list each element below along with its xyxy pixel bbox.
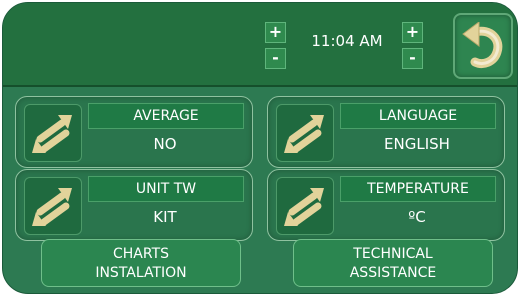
language-toggle-button[interactable] [276, 104, 334, 162]
swap-arrows-icon [32, 115, 72, 153]
technical-assistance-line1: TECHNICAL [353, 246, 433, 262]
clock-time: 11:04 AM [311, 32, 383, 50]
minute-increase-button[interactable]: + [402, 22, 423, 43]
charts-instalation-button[interactable]: CHARTS INSTALATION [41, 239, 241, 287]
top-bar: + - 11:04 AM + - [3, 3, 517, 87]
setting-card-temperature: TEMPERATURE ºC [267, 169, 505, 241]
unit-tw-label: UNIT TW [88, 176, 244, 202]
average-toggle-button[interactable] [24, 104, 82, 162]
swap-arrows-icon [32, 188, 72, 226]
settings-screen: + - 11:04 AM + - AVERAGE NO LANGUAGE ENG… [2, 2, 518, 294]
unit-tw-toggle-button[interactable] [24, 177, 82, 235]
swap-arrows-icon [284, 115, 324, 153]
setting-card-average: AVERAGE NO [15, 96, 253, 168]
setting-card-language: LANGUAGE ENGLISH [267, 96, 505, 168]
unit-tw-value: KIT [153, 208, 177, 226]
hour-decrease-button[interactable]: - [265, 48, 286, 69]
back-arrow-icon [462, 22, 503, 69]
setting-card-unit-tw: UNIT TW KIT [15, 169, 253, 241]
charts-instalation-line1: CHARTS [112, 246, 170, 262]
swap-arrows-icon [284, 188, 324, 226]
technical-assistance-button[interactable]: TECHNICAL ASSISTANCE [293, 239, 493, 287]
language-label: LANGUAGE [340, 103, 496, 129]
back-button[interactable] [453, 13, 513, 79]
technical-assistance-line2: ASSISTANCE [349, 265, 437, 281]
charts-instalation-line2: INSTALATION [95, 265, 187, 281]
temperature-value: ºC [408, 208, 426, 226]
temperature-toggle-button[interactable] [276, 177, 334, 235]
hour-increase-button[interactable]: + [265, 22, 286, 43]
average-value: NO [153, 135, 177, 153]
average-label: AVERAGE [88, 103, 244, 129]
minute-decrease-button[interactable]: - [402, 48, 423, 69]
temperature-label: TEMPERATURE [340, 176, 496, 202]
language-value: ENGLISH [384, 135, 450, 153]
